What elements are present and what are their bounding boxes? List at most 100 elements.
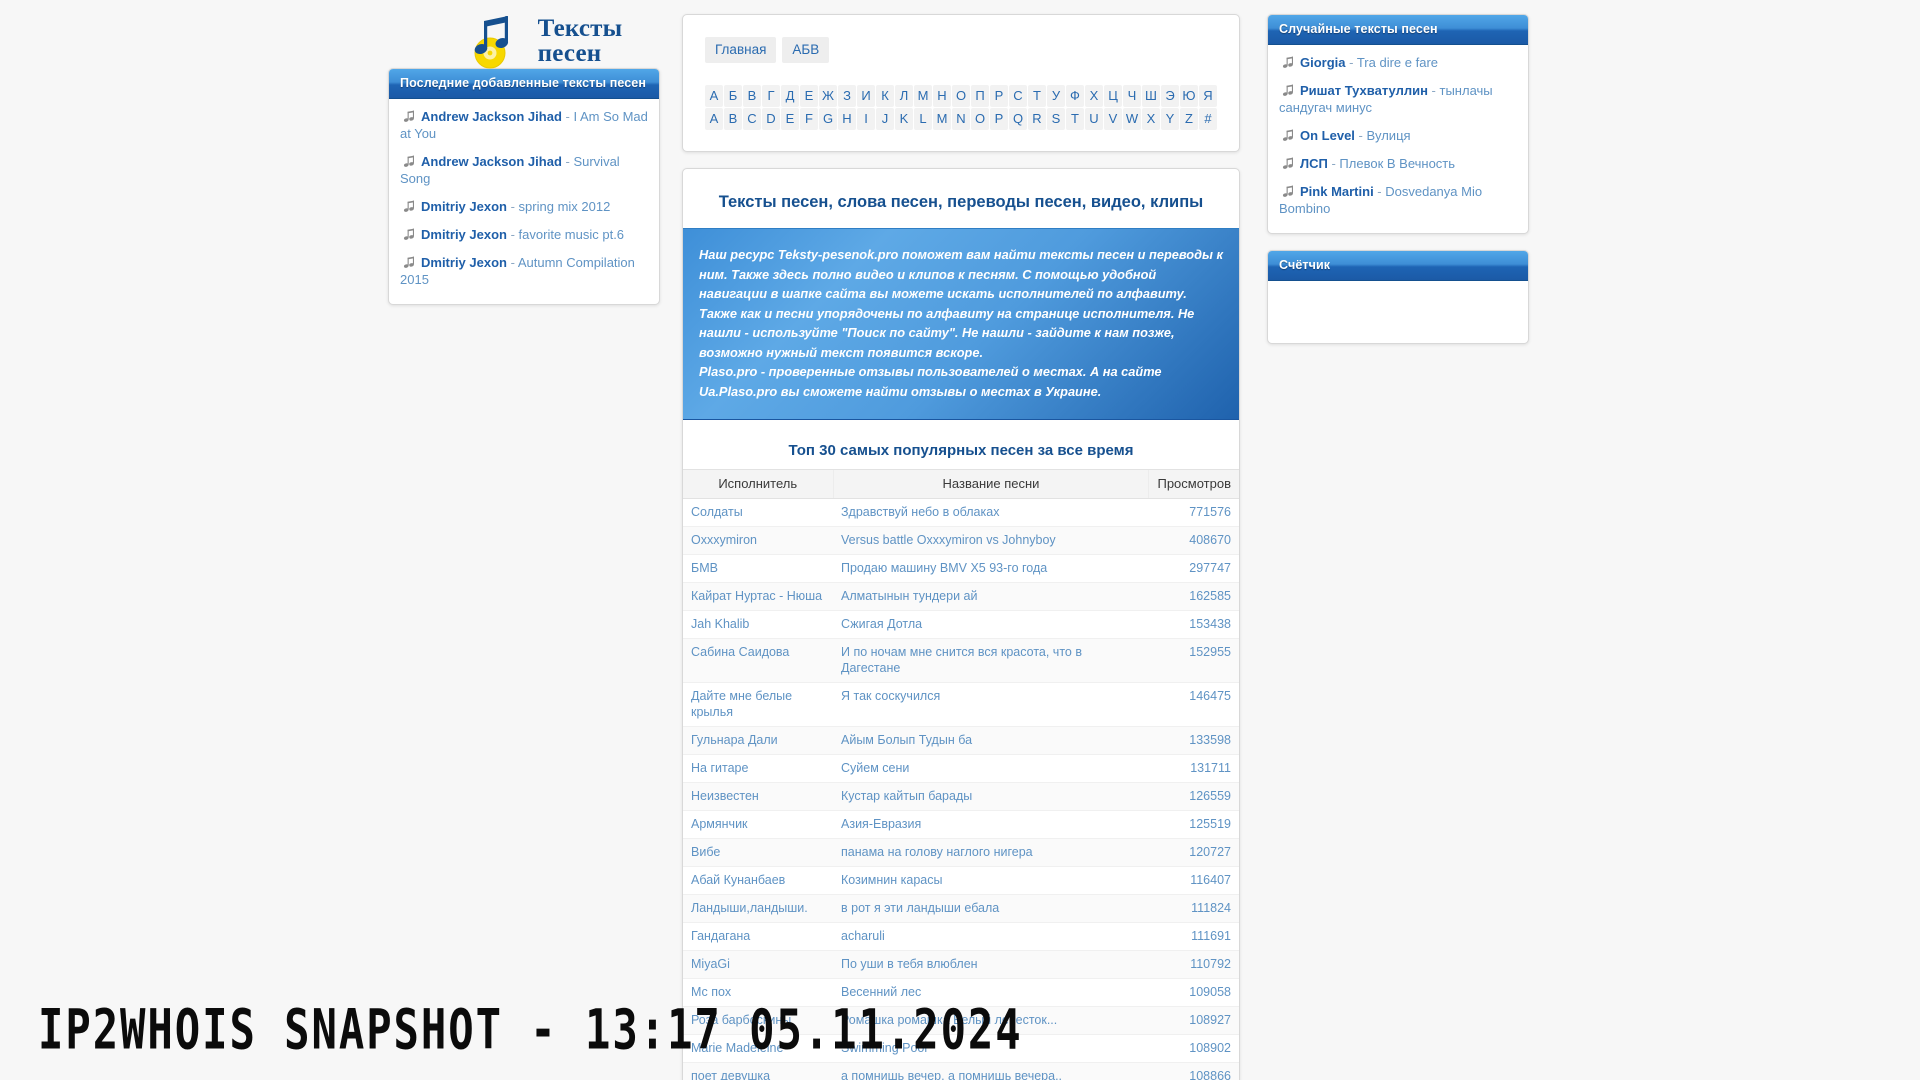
alpha-key-lat-B[interactable]: B xyxy=(724,108,742,130)
cell-song[interactable]: Суйем сени xyxy=(833,754,1149,783)
table-row[interactable]: Oxxxymiron Versus battle Oxxxymiron vs Jo… xyxy=(683,526,1239,555)
alpha-key-cyr-Н[interactable]: Н xyxy=(933,85,951,107)
alpha-key-lat-C[interactable]: C xyxy=(743,108,761,130)
random-song-item[interactable]: Ришат Тухватуллин - тынлачы сандугач мин… xyxy=(1279,82,1517,116)
latest-song-item[interactable]: Andrew Jackson Jihad - I Am So Mad at Yo… xyxy=(400,108,648,142)
latest-song-artist[interactable]: Andrew Jackson Jihad xyxy=(421,154,562,169)
alpha-key-lat-A[interactable]: A xyxy=(705,108,723,130)
alpha-key-cyr-К[interactable]: К xyxy=(876,85,894,107)
alpha-key-cyr-Я[interactable]: Я xyxy=(1199,85,1217,107)
latest-song-artist[interactable]: Dmitriy Jexon xyxy=(421,255,507,270)
random-song-title[interactable]: Tra dire e fare xyxy=(1357,55,1438,70)
table-row[interactable]: Неизвестен Кустар кайтып барады 126559 xyxy=(683,782,1239,811)
cell-song[interactable]: Здравствуй небо в облаках xyxy=(833,498,1149,527)
alpha-key-cyr-О[interactable]: О xyxy=(952,85,970,107)
alpha-key-cyr-Ц[interactable]: Ц xyxy=(1104,85,1122,107)
cell-song[interactable]: Я так соскучился xyxy=(833,682,1149,727)
latest-song-artist[interactable]: Andrew Jackson Jihad xyxy=(421,109,562,124)
cell-artist[interactable]: БМВ xyxy=(683,554,833,583)
alpha-key-lat-V[interactable]: V xyxy=(1104,108,1122,130)
alpha-key-lat-L[interactable]: L xyxy=(914,108,932,130)
alpha-key-lat-Y[interactable]: Y xyxy=(1161,108,1179,130)
cell-song[interactable]: Айым Болып Тудын ба xyxy=(833,726,1149,755)
alpha-key-lat-S[interactable]: S xyxy=(1047,108,1065,130)
alpha-key-lat-F[interactable]: F xyxy=(800,108,818,130)
alpha-key-lat-X[interactable]: X xyxy=(1142,108,1160,130)
table-row[interactable]: Гандагана acharuli 111691 xyxy=(683,922,1239,951)
cell-artist[interactable]: Гандагана xyxy=(683,922,833,951)
alpha-key-lat-Z[interactable]: Z xyxy=(1180,108,1198,130)
cell-song[interactable]: И по ночам мне снится вся красота, что в… xyxy=(833,638,1149,683)
cell-artist[interactable]: MiyaGi xyxy=(683,950,833,979)
random-song-item[interactable]: Giorgia - Tra dire e fare xyxy=(1279,54,1517,71)
table-row[interactable]: Кайрат Нуртас - Нюша Алматынын тундери ай… xyxy=(683,582,1239,611)
table-row[interactable]: Jah Khalib Сжигая Дотла 153438 xyxy=(683,610,1239,639)
alpha-key-lat-O[interactable]: O xyxy=(971,108,989,130)
alpha-key-cyr-П[interactable]: П xyxy=(971,85,989,107)
alpha-key-lat-E[interactable]: E xyxy=(781,108,799,130)
alpha-key-cyr-Л[interactable]: Л xyxy=(895,85,913,107)
alpha-key-cyr-С[interactable]: С xyxy=(1009,85,1027,107)
alpha-key-cyr-Т[interactable]: Т xyxy=(1028,85,1046,107)
alpha-key-cyr-А[interactable]: А xyxy=(705,85,723,107)
random-song-title[interactable]: Плевок В Вечность xyxy=(1339,156,1455,171)
alpha-key-cyr-Ч[interactable]: Ч xyxy=(1123,85,1141,107)
latest-song-title[interactable]: spring mix 2012 xyxy=(519,199,611,214)
alpha-key-cyr-У[interactable]: У xyxy=(1047,85,1065,107)
alpha-key-cyr-Ю[interactable]: Ю xyxy=(1180,85,1198,107)
table-row[interactable]: Гульнара Дали Айым Болып Тудын ба 133598 xyxy=(683,726,1239,755)
alpha-key-cyr-Ш[interactable]: Ш xyxy=(1142,85,1160,107)
cell-song[interactable]: панама на голову наглого нигера xyxy=(833,838,1149,867)
alpha-key-cyr-Х[interactable]: Х xyxy=(1085,85,1103,107)
alpha-key-cyr-Г[interactable]: Г xyxy=(762,85,780,107)
alpha-key-lat-J[interactable]: J xyxy=(876,108,894,130)
alpha-key-lat-G[interactable]: G xyxy=(819,108,837,130)
alpha-key-cyr-Д[interactable]: Д xyxy=(781,85,799,107)
alpha-key-lat-P[interactable]: P xyxy=(990,108,1008,130)
latest-song-artist[interactable]: Dmitriy Jexon xyxy=(421,199,507,214)
alpha-key-cyr-Ж[interactable]: Ж xyxy=(819,85,837,107)
random-song-item[interactable]: ЛСП - Плевок В Вечность xyxy=(1279,155,1517,172)
alpha-key-lat-#[interactable]: # xyxy=(1199,108,1217,130)
cell-artist[interactable]: Oxxxymiron xyxy=(683,526,833,555)
cell-artist[interactable]: Jah Khalib xyxy=(683,610,833,639)
cell-song[interactable]: а помнишь вечер, а помнишь вечера.. xyxy=(833,1062,1149,1080)
cell-artist[interactable]: Солдаты xyxy=(683,498,833,527)
cell-artist[interactable]: Кайрат Нуртас - Нюша xyxy=(683,582,833,611)
table-row[interactable]: Солдаты Здравствуй небо в облаках 771576 xyxy=(683,498,1239,527)
alpha-key-lat-D[interactable]: D xyxy=(762,108,780,130)
table-row[interactable]: Дайте мне белые крылья Я так соскучился 14… xyxy=(683,682,1239,727)
cell-artist[interactable]: Армянчик xyxy=(683,810,833,839)
alpha-key-cyr-Ф[interactable]: Ф xyxy=(1066,85,1084,107)
nav-button-2[interactable]: АБВ xyxy=(782,37,830,63)
latest-song-item[interactable]: Dmitriy Jexon - Autumn Compilation 2015 xyxy=(400,254,648,288)
cell-artist[interactable]: Дайте мне белые крылья xyxy=(683,682,833,727)
cell-song[interactable]: в рот я эти ландыши ебала xyxy=(833,894,1149,923)
random-song-artist[interactable]: Giorgia xyxy=(1300,55,1346,70)
random-song-item[interactable]: Pink Martini - Dosvedanya Mio Bombino xyxy=(1279,183,1517,217)
table-row[interactable]: поет девушка а помнишь вечер, а помнишь в… xyxy=(683,1062,1239,1080)
cell-artist[interactable]: Абай Кунанбаев xyxy=(683,866,833,895)
alpha-key-cyr-Э[interactable]: Э xyxy=(1161,85,1179,107)
latest-song-item[interactable]: Andrew Jackson Jihad - Survival Song xyxy=(400,153,648,187)
table-row[interactable]: Сабина Саидова И по ночам мне снится вся … xyxy=(683,638,1239,683)
random-song-item[interactable]: On Level - Вулиця xyxy=(1279,127,1517,144)
cell-song[interactable]: Азия-Евразия xyxy=(833,810,1149,839)
alpha-key-lat-N[interactable]: N xyxy=(952,108,970,130)
alpha-key-lat-I[interactable]: I xyxy=(857,108,875,130)
cell-song[interactable]: По уши в тебя влюблен xyxy=(833,950,1149,979)
cell-artist[interactable]: Сабина Саидова xyxy=(683,638,833,683)
table-row[interactable]: MiyaGi По уши в тебя влюблен 110792 xyxy=(683,950,1239,979)
latest-song-artist[interactable]: Dmitriy Jexon xyxy=(421,227,507,242)
cell-artist[interactable]: поет девушка xyxy=(683,1062,833,1080)
nav-button-1[interactable]: Главная xyxy=(705,37,777,63)
table-row[interactable]: Ландыши,ландыши. в рот я эти ландыши ебал… xyxy=(683,894,1239,923)
random-song-artist[interactable]: Ришат Тухватуллин xyxy=(1300,83,1428,98)
random-song-title[interactable]: Вулиця xyxy=(1366,128,1410,143)
cell-artist[interactable]: Неизвестен xyxy=(683,782,833,811)
table-row[interactable]: Вибе панама на голову наглого нигера 12072… xyxy=(683,838,1239,867)
alpha-key-lat-U[interactable]: U xyxy=(1085,108,1103,130)
cell-artist[interactable]: На гитаре xyxy=(683,754,833,783)
random-song-artist[interactable]: ЛСП xyxy=(1300,156,1328,171)
alpha-key-cyr-Б[interactable]: Б xyxy=(724,85,742,107)
